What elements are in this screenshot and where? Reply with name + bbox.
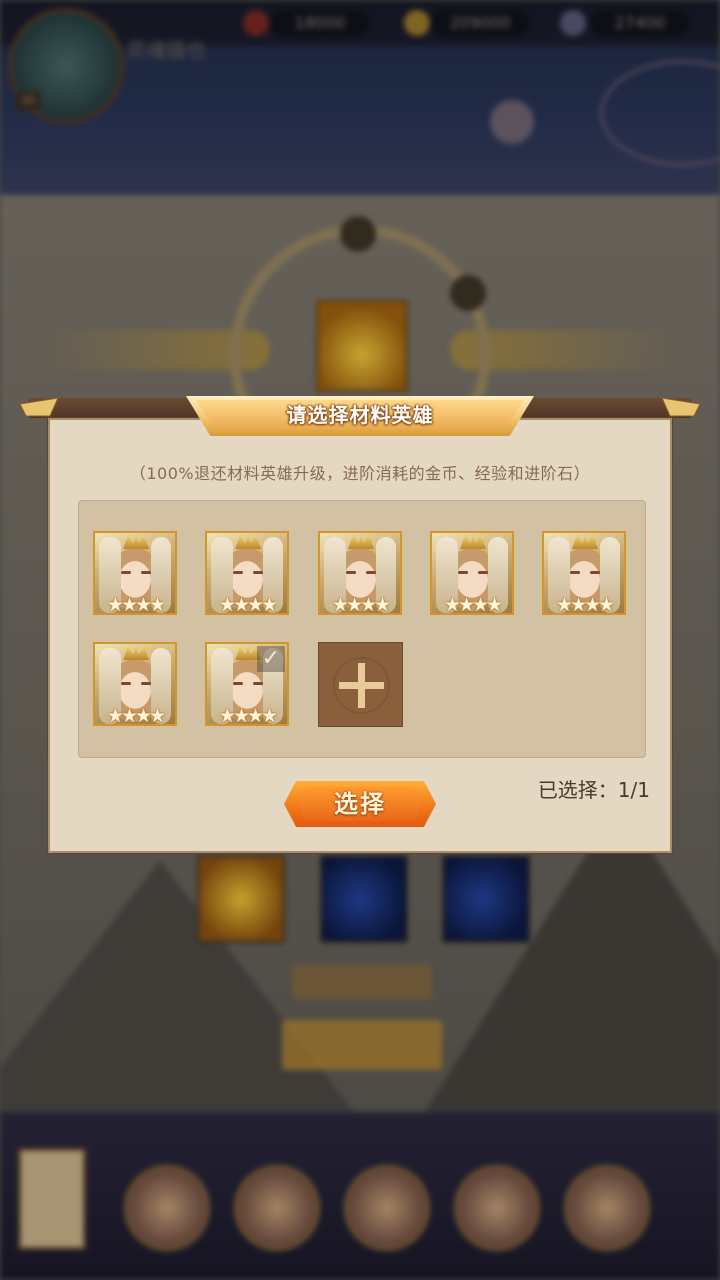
star-rating: ★★★★ bbox=[555, 594, 615, 616]
hero-card-1[interactable]: ★★★★ bbox=[93, 531, 177, 615]
crown-icon bbox=[460, 535, 486, 549]
hero-card-5[interactable]: ★★★★ bbox=[542, 531, 626, 615]
hero-card-2[interactable]: ★★★★ bbox=[205, 531, 289, 615]
star-rating: ★★★★ bbox=[443, 594, 503, 616]
select-button[interactable]: 选择 bbox=[284, 781, 436, 827]
star-rating: ★★★★ bbox=[331, 594, 391, 616]
add-hero-slot[interactable] bbox=[318, 642, 403, 727]
hero-card-3[interactable]: ★★★★ bbox=[318, 531, 402, 615]
crown-icon bbox=[348, 535, 374, 549]
hero-card-4[interactable]: ★★★★ bbox=[430, 531, 514, 615]
checkmark-icon: ✓ bbox=[257, 646, 285, 672]
refund-hint: （100%退还材料英雄升级，进阶消耗的金币、经验和进阶石） bbox=[129, 464, 591, 483]
crown-icon bbox=[235, 535, 261, 549]
hero-card-6[interactable]: ★★★★ bbox=[93, 642, 177, 726]
hero-card-7-selected[interactable]: ✓ ★★★★ bbox=[205, 642, 289, 726]
plus-icon bbox=[358, 663, 365, 708]
star-rating: ★★★★ bbox=[218, 594, 278, 616]
selected-count: 已选择：1/1 bbox=[537, 778, 650, 802]
star-rating: ★★★★ bbox=[106, 705, 166, 727]
gold-corner-right bbox=[661, 397, 700, 417]
crown-icon bbox=[572, 535, 598, 549]
crown-icon bbox=[123, 646, 149, 660]
crown-icon bbox=[123, 535, 149, 549]
star-rating: ★★★★ bbox=[106, 594, 166, 616]
gold-corner-left bbox=[20, 397, 59, 417]
dialog-title: 请选择材料英雄 bbox=[286, 403, 434, 427]
star-rating: ★★★★ bbox=[218, 705, 278, 727]
